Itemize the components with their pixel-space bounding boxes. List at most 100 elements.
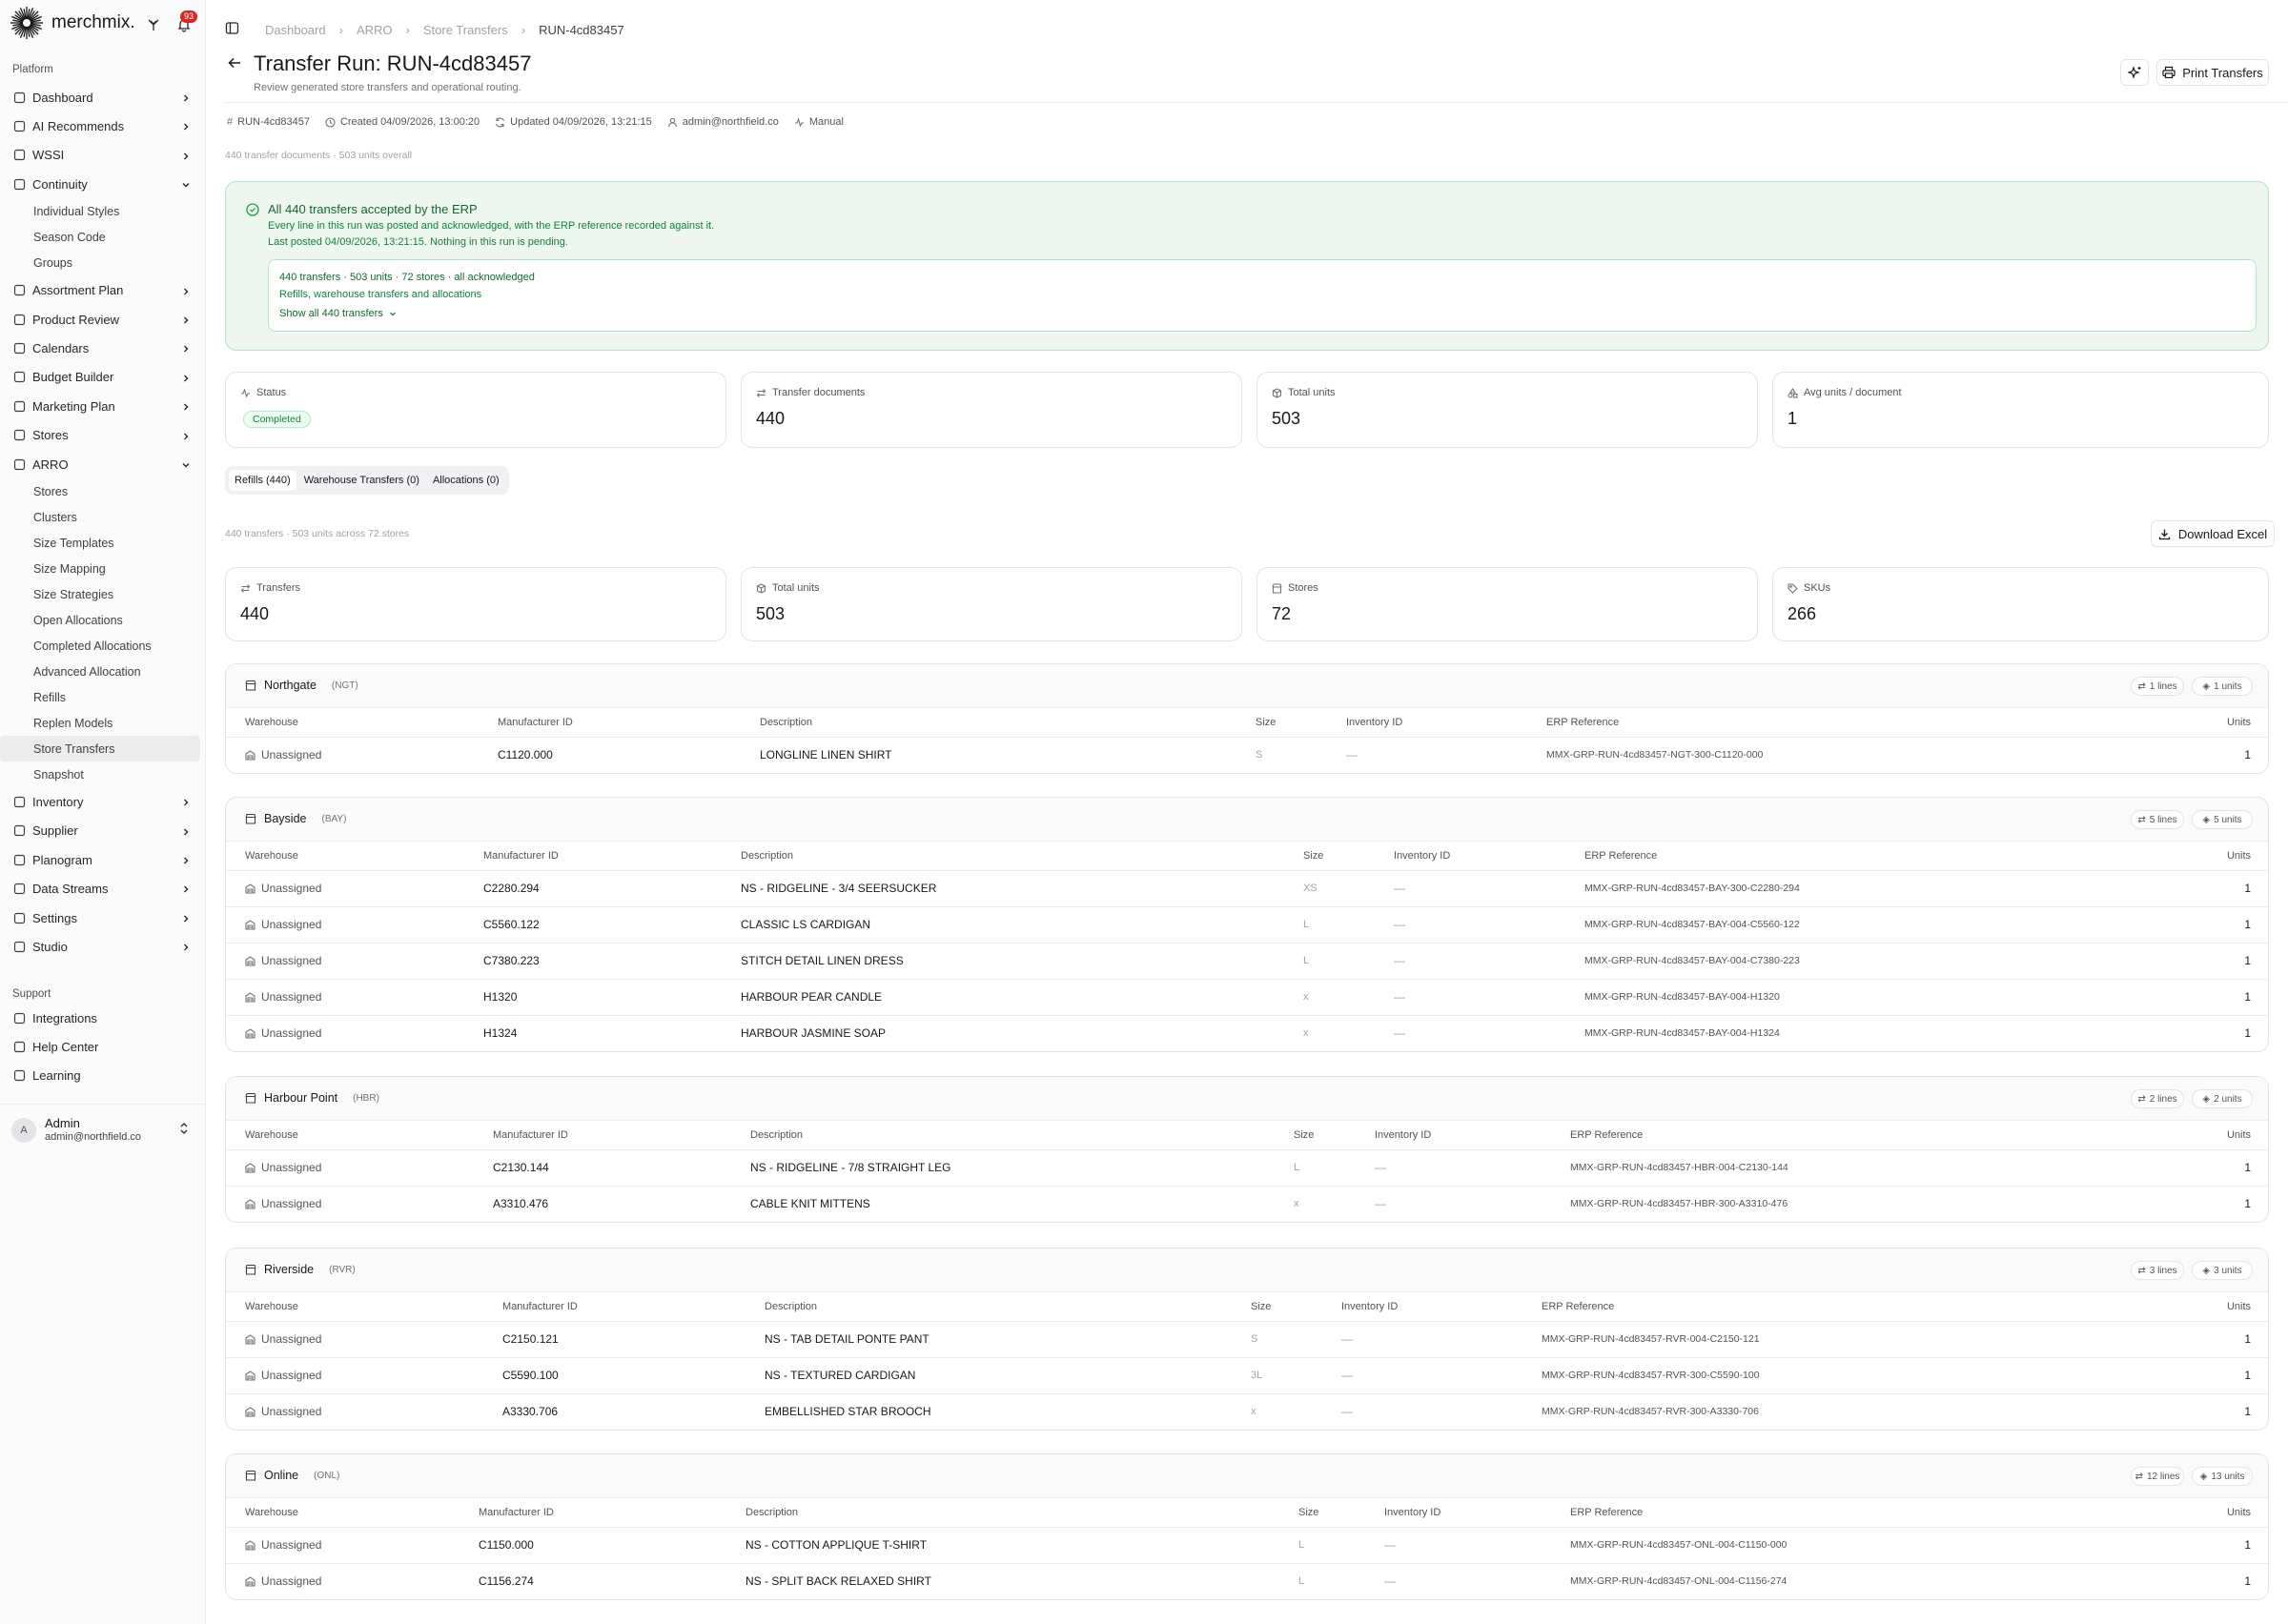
sidebar-item-assortment-plan[interactable]: Assortment Plan	[0, 276, 206, 305]
sidebar-item-supplier[interactable]: Supplier	[0, 817, 206, 845]
sidebar-item-planogram[interactable]: Planogram	[0, 845, 206, 874]
column-header-mfr[interactable]: Manufacturer ID	[479, 1498, 746, 1528]
table-row[interactable]: Unassigned C5590.100 NS - TEXTURED CARDIGA…	[226, 1357, 2268, 1394]
column-header-erp[interactable]: ERP Reference	[1542, 1292, 2114, 1322]
column-header-units[interactable]: Units	[2156, 842, 2268, 871]
column-header-erp[interactable]: ERP Reference	[1570, 1498, 2161, 1528]
column-header-units[interactable]: Units	[2118, 708, 2268, 738]
sidebar-subitem-store-transfers[interactable]: Store Transfers	[0, 736, 200, 762]
brand-logo[interactable]: merchmix.	[10, 6, 135, 40]
column-header-mfr[interactable]: Manufacturer ID	[493, 1121, 750, 1150]
sidebar-subitem-completed-allocations[interactable]: Completed Allocations	[0, 633, 206, 659]
support-item-integrations[interactable]: Integrations	[0, 1004, 206, 1032]
column-header-warehouse[interactable]: Warehouse	[226, 1498, 479, 1528]
cell-erp: MMX-GRP-RUN-4cd83457-BAY-004-C7380-223	[1584, 943, 2156, 980]
sidebar-item-inventory[interactable]: Inventory	[0, 787, 206, 816]
sidebar-subitem-groups[interactable]: Groups	[0, 251, 206, 276]
ai-sparkle-button[interactable]	[2120, 59, 2149, 86]
column-header-mfr[interactable]: Manufacturer ID	[498, 708, 760, 738]
sidebar-subitem-size-mapping[interactable]: Size Mapping	[0, 556, 206, 581]
sidebar-item-studio[interactable]: Studio	[0, 932, 206, 961]
table-row[interactable]: Unassigned C5560.122 CLASSIC LS CARDIGAN L —…	[226, 906, 2268, 944]
sidebar-item-dashboard[interactable]: Dashboard	[0, 83, 206, 112]
column-header-mfr[interactable]: Manufacturer ID	[502, 1292, 765, 1322]
support-item-label: Learning	[32, 1068, 81, 1084]
column-header-size[interactable]: Size	[1256, 708, 1346, 738]
sidebar-subitem-open-allocations[interactable]: Open Allocations	[0, 607, 206, 633]
table-row[interactable]: Unassigned C1156.274 NS - SPLIT BACK RELAX…	[226, 1563, 2268, 1599]
column-header-warehouse[interactable]: Warehouse	[226, 1121, 493, 1150]
column-header-desc[interactable]: Description	[765, 1292, 1251, 1322]
sidebar-item-stores[interactable]: Stores	[0, 421, 206, 450]
sidebar-subitem-refills[interactable]: Refills	[0, 684, 206, 710]
download-excel-button[interactable]: Download Excel	[2151, 520, 2275, 547]
column-header-warehouse[interactable]: Warehouse	[226, 708, 498, 738]
table-row[interactable]: Unassigned C1120.000 LONGLINE LINEN SHIRT S…	[226, 737, 2268, 773]
sidebar-subitem-advanced-allocation[interactable]: Advanced Allocation	[0, 659, 206, 684]
sidebar-subitem-season-code[interactable]: Season Code	[0, 225, 206, 251]
table-row[interactable]: Unassigned C2280.294 NS - RIDGELINE - 3/4 …	[226, 870, 2268, 907]
table-row[interactable]: Unassigned A3330.706 EMBELLISHED STAR BROO…	[226, 1393, 2268, 1430]
breadcrumb-store-transfers[interactable]: Store Transfers	[423, 23, 508, 37]
sidebar-item-marketing-plan[interactable]: Marketing Plan	[0, 392, 206, 420]
column-header-size[interactable]: Size	[1298, 1498, 1384, 1528]
table-row[interactable]: Unassigned H1320 HARBOUR PEAR CANDLE x — MMX-…	[226, 979, 2268, 1016]
column-header-desc[interactable]: Description	[746, 1498, 1298, 1528]
sidebar-item-budget-builder[interactable]: Budget Builder	[0, 363, 206, 392]
column-header-units[interactable]: Units	[2161, 1121, 2268, 1150]
show-all-transfers-button[interactable]: Show all 440 transfers	[279, 308, 397, 319]
breadcrumb-arro[interactable]: ARRO	[357, 23, 393, 37]
column-header-units[interactable]: Units	[2161, 1498, 2268, 1528]
table-row[interactable]: Unassigned C2130.144 NS - RIDGELINE - 7/8 …	[226, 1149, 2268, 1187]
support-item-learning[interactable]: Learning	[0, 1062, 206, 1090]
sidebar-item-data-streams[interactable]: Data Streams	[0, 874, 206, 903]
breadcrumb-dashboard[interactable]: Dashboard	[265, 23, 326, 37]
column-header-inv[interactable]: Inventory ID	[1346, 708, 1546, 738]
column-header-desc[interactable]: Description	[741, 842, 1303, 871]
sidebar-item-arro[interactable]: ARRO	[0, 450, 206, 478]
sidebar-subitem-individual-styles[interactable]: Individual Styles	[0, 199, 206, 225]
sidebar-item-continuity[interactable]: Continuity	[0, 170, 206, 198]
sidebar-item-settings[interactable]: Settings	[0, 903, 206, 932]
fork-icon[interactable]	[143, 14, 164, 35]
tab-refills[interactable]: Refills (440)	[229, 470, 296, 491]
sidebar-item-calendars[interactable]: Calendars	[0, 334, 206, 362]
sidebar-subitem-size-strategies[interactable]: Size Strategies	[0, 581, 206, 607]
table-row[interactable]: Unassigned C1150.000 NS - COTTON APPLIQUE …	[226, 1527, 2268, 1564]
column-header-inv[interactable]: Inventory ID	[1341, 1292, 1542, 1322]
column-header-mfr[interactable]: Manufacturer ID	[483, 842, 741, 871]
sidebar-subitem-replen-models[interactable]: Replen Models	[0, 710, 206, 736]
column-header-erp[interactable]: ERP Reference	[1570, 1121, 2161, 1150]
column-header-inv[interactable]: Inventory ID	[1384, 1498, 1570, 1528]
sidebar-item-wssi[interactable]: WSSI	[0, 141, 206, 170]
column-header-erp[interactable]: ERP Reference	[1584, 842, 2156, 871]
column-header-inv[interactable]: Inventory ID	[1375, 1121, 1570, 1150]
sidebar-subitem-stores[interactable]: Stores	[0, 478, 206, 504]
column-header-size[interactable]: Size	[1294, 1121, 1375, 1150]
tab-warehouse-transfers[interactable]: Warehouse Transfers (0)	[298, 470, 425, 491]
column-header-units[interactable]: Units	[2114, 1292, 2268, 1322]
sidebar-subitem-snapshot[interactable]: Snapshot	[0, 761, 206, 787]
back-arrow-icon[interactable]	[227, 55, 242, 73]
column-header-warehouse[interactable]: Warehouse	[226, 842, 483, 871]
table-row[interactable]: Unassigned H1324 HARBOUR JASMINE SOAP x — MMX…	[226, 1015, 2268, 1051]
column-header-erp[interactable]: ERP Reference	[1546, 708, 2118, 738]
column-header-size[interactable]: Size	[1303, 842, 1394, 871]
print-transfers-button[interactable]: Print Transfers	[2156, 59, 2269, 86]
support-item-help-center[interactable]: Help Center	[0, 1032, 206, 1061]
table-row[interactable]: Unassigned C2150.121 NS - TAB DETAIL PONTE…	[226, 1321, 2268, 1358]
user-menu[interactable]: A Admin admin@northfield.co	[0, 1104, 206, 1151]
sidebar-item-product-review[interactable]: Product Review	[0, 305, 206, 334]
column-header-warehouse[interactable]: Warehouse	[226, 1292, 502, 1322]
tab-allocations[interactable]: Allocations (0)	[427, 470, 505, 491]
sidebar-toggle-icon[interactable]	[225, 21, 239, 38]
table-row[interactable]: Unassigned C7380.223 STITCH DETAIL LINEN D…	[226, 943, 2268, 980]
sidebar-subitem-clusters[interactable]: Clusters	[0, 504, 206, 530]
sidebar-item-ai-recommends[interactable]: AI Recommends	[0, 112, 206, 140]
column-header-desc[interactable]: Description	[750, 1121, 1294, 1150]
column-header-desc[interactable]: Description	[760, 708, 1256, 738]
sidebar-subitem-size-templates[interactable]: Size Templates	[0, 530, 206, 556]
column-header-size[interactable]: Size	[1251, 1292, 1341, 1322]
table-row[interactable]: Unassigned A3310.476 CABLE KNIT MITTENS x — M…	[226, 1186, 2268, 1222]
column-header-inv[interactable]: Inventory ID	[1394, 842, 1584, 871]
